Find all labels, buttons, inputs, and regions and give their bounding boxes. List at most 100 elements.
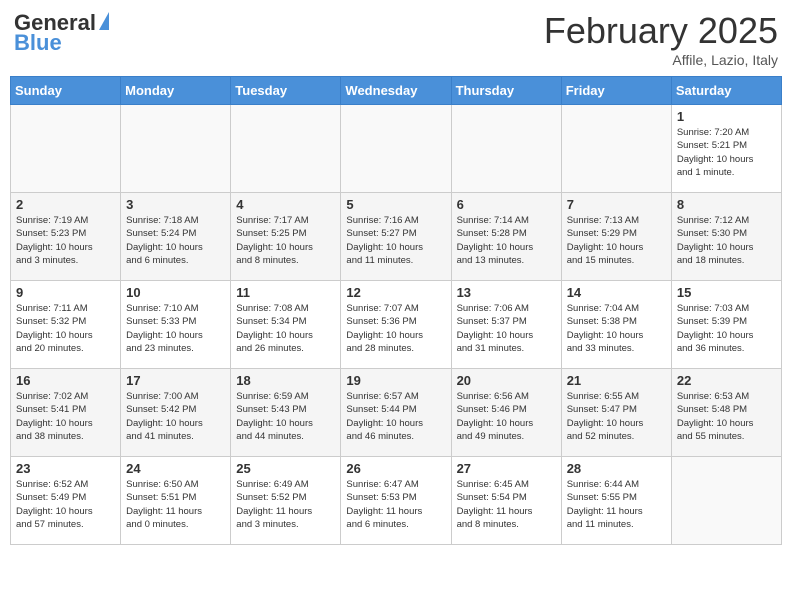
calendar-cell: 28 Sunrise: 6:44 AM Sunset: 5:55 PM Dayli… (561, 457, 671, 545)
day-info: Sunrise: 7:03 AM Sunset: 5:39 PM Dayligh… (677, 302, 776, 355)
day-info: Sunrise: 7:16 AM Sunset: 5:27 PM Dayligh… (346, 214, 445, 267)
day-number: 21 (567, 373, 666, 388)
day-number: 15 (677, 285, 776, 300)
weekday-header-monday: Monday (121, 77, 231, 105)
day-number: 5 (346, 197, 445, 212)
title-block: February 2025 Affile, Lazio, Italy (544, 10, 778, 68)
day-number: 12 (346, 285, 445, 300)
day-number: 18 (236, 373, 335, 388)
day-info: Sunrise: 6:56 AM Sunset: 5:46 PM Dayligh… (457, 390, 556, 443)
calendar-cell: 21 Sunrise: 6:55 AM Sunset: 5:47 PM Dayli… (561, 369, 671, 457)
day-info: Sunrise: 6:44 AM Sunset: 5:55 PM Dayligh… (567, 478, 666, 531)
day-number: 22 (677, 373, 776, 388)
calendar-cell: 2 Sunrise: 7:19 AM Sunset: 5:23 PM Daylig… (11, 193, 121, 281)
day-number: 23 (16, 461, 115, 476)
day-info: Sunrise: 7:00 AM Sunset: 5:42 PM Dayligh… (126, 390, 225, 443)
calendar-week-row: 16Sunrise: 7:02 AM Sunset: 5:41 PM Dayli… (11, 369, 782, 457)
day-info: Sunrise: 7:14 AM Sunset: 5:28 PM Dayligh… (457, 214, 556, 267)
day-number: 28 (567, 461, 666, 476)
day-info: Sunrise: 7:10 AM Sunset: 5:33 PM Dayligh… (126, 302, 225, 355)
day-info: Sunrise: 6:59 AM Sunset: 5:43 PM Dayligh… (236, 390, 335, 443)
day-number: 20 (457, 373, 556, 388)
weekday-header-saturday: Saturday (671, 77, 781, 105)
day-info: Sunrise: 7:17 AM Sunset: 5:25 PM Dayligh… (236, 214, 335, 267)
calendar-cell: 26 Sunrise: 6:47 AM Sunset: 5:53 PM Dayli… (341, 457, 451, 545)
day-info: Sunrise: 7:11 AM Sunset: 5:32 PM Dayligh… (16, 302, 115, 355)
day-number: 8 (677, 197, 776, 212)
day-info: Sunrise: 7:13 AM Sunset: 5:29 PM Dayligh… (567, 214, 666, 267)
page-header: General Blue February 2025 Affile, Lazio… (10, 10, 782, 68)
calendar-cell: 6 Sunrise: 7:14 AM Sunset: 5:28 PM Daylig… (451, 193, 561, 281)
calendar-cell (231, 105, 341, 193)
day-info: Sunrise: 7:19 AM Sunset: 5:23 PM Dayligh… (16, 214, 115, 267)
calendar-cell: 7 Sunrise: 7:13 AM Sunset: 5:29 PM Daylig… (561, 193, 671, 281)
calendar-cell: 18 Sunrise: 6:59 AM Sunset: 5:43 PM Dayli… (231, 369, 341, 457)
day-number: 11 (236, 285, 335, 300)
day-number: 6 (457, 197, 556, 212)
calendar-cell (11, 105, 121, 193)
weekday-header-thursday: Thursday (451, 77, 561, 105)
day-info: Sunrise: 7:02 AM Sunset: 5:41 PM Dayligh… (16, 390, 115, 443)
weekday-header-tuesday: Tuesday (231, 77, 341, 105)
day-info: Sunrise: 7:20 AM Sunset: 5:21 PM Dayligh… (677, 126, 776, 179)
day-number: 25 (236, 461, 335, 476)
day-info: Sunrise: 6:45 AM Sunset: 5:54 PM Dayligh… (457, 478, 556, 531)
weekday-header-wednesday: Wednesday (341, 77, 451, 105)
day-info: Sunrise: 6:50 AM Sunset: 5:51 PM Dayligh… (126, 478, 225, 531)
calendar-cell (561, 105, 671, 193)
calendar-cell: 27 Sunrise: 6:45 AM Sunset: 5:54 PM Dayli… (451, 457, 561, 545)
day-info: Sunrise: 7:12 AM Sunset: 5:30 PM Dayligh… (677, 214, 776, 267)
calendar-cell: 19 Sunrise: 6:57 AM Sunset: 5:44 PM Dayli… (341, 369, 451, 457)
day-info: Sunrise: 7:06 AM Sunset: 5:37 PM Dayligh… (457, 302, 556, 355)
day-number: 27 (457, 461, 556, 476)
logo-blue: Blue (14, 30, 62, 56)
calendar-cell: 14Sunrise: 7:04 AM Sunset: 5:38 PM Dayli… (561, 281, 671, 369)
logo-triangle-icon (99, 12, 109, 30)
day-info: Sunrise: 6:47 AM Sunset: 5:53 PM Dayligh… (346, 478, 445, 531)
logo: General Blue (14, 10, 109, 56)
calendar-cell: 23 Sunrise: 6:52 AM Sunset: 5:49 PM Dayli… (11, 457, 121, 545)
calendar-cell: 12Sunrise: 7:07 AM Sunset: 5:36 PM Dayli… (341, 281, 451, 369)
day-number: 7 (567, 197, 666, 212)
calendar-cell (451, 105, 561, 193)
day-info: Sunrise: 6:52 AM Sunset: 5:49 PM Dayligh… (16, 478, 115, 531)
day-info: Sunrise: 7:08 AM Sunset: 5:34 PM Dayligh… (236, 302, 335, 355)
day-number: 19 (346, 373, 445, 388)
weekday-header-friday: Friday (561, 77, 671, 105)
day-info: Sunrise: 6:55 AM Sunset: 5:47 PM Dayligh… (567, 390, 666, 443)
day-info: Sunrise: 6:57 AM Sunset: 5:44 PM Dayligh… (346, 390, 445, 443)
day-number: 26 (346, 461, 445, 476)
day-number: 24 (126, 461, 225, 476)
calendar-cell: 5 Sunrise: 7:16 AM Sunset: 5:27 PM Daylig… (341, 193, 451, 281)
day-number: 13 (457, 285, 556, 300)
calendar-cell (121, 105, 231, 193)
calendar-cell: 15 Sunrise: 7:03 AM Sunset: 5:39 PM Dayli… (671, 281, 781, 369)
calendar-cell: 1 Sunrise: 7:20 AM Sunset: 5:21 PM Daylig… (671, 105, 781, 193)
calendar-cell: 24 Sunrise: 6:50 AM Sunset: 5:51 PM Dayli… (121, 457, 231, 545)
calendar-cell: 10 Sunrise: 7:10 AM Sunset: 5:33 PM Dayli… (121, 281, 231, 369)
day-number: 10 (126, 285, 225, 300)
day-number: 17 (126, 373, 225, 388)
calendar-cell: 9Sunrise: 7:11 AM Sunset: 5:32 PM Daylig… (11, 281, 121, 369)
calendar-cell: 8 Sunrise: 7:12 AM Sunset: 5:30 PM Daylig… (671, 193, 781, 281)
day-info: Sunrise: 6:49 AM Sunset: 5:52 PM Dayligh… (236, 478, 335, 531)
calendar-cell: 25 Sunrise: 6:49 AM Sunset: 5:52 PM Dayli… (231, 457, 341, 545)
day-info: Sunrise: 6:53 AM Sunset: 5:48 PM Dayligh… (677, 390, 776, 443)
calendar-cell: 20 Sunrise: 6:56 AM Sunset: 5:46 PM Dayli… (451, 369, 561, 457)
weekday-header-row: SundayMondayTuesdayWednesdayThursdayFrid… (11, 77, 782, 105)
calendar-cell: 13 Sunrise: 7:06 AM Sunset: 5:37 PM Dayli… (451, 281, 561, 369)
day-number: 2 (16, 197, 115, 212)
calendar-cell: 16Sunrise: 7:02 AM Sunset: 5:41 PM Dayli… (11, 369, 121, 457)
day-number: 1 (677, 109, 776, 124)
calendar-cell: 4Sunrise: 7:17 AM Sunset: 5:25 PM Daylig… (231, 193, 341, 281)
calendar-week-row: 1 Sunrise: 7:20 AM Sunset: 5:21 PM Daylig… (11, 105, 782, 193)
calendar-cell: 17 Sunrise: 7:00 AM Sunset: 5:42 PM Dayli… (121, 369, 231, 457)
calendar-cell (341, 105, 451, 193)
calendar-week-row: 9Sunrise: 7:11 AM Sunset: 5:32 PM Daylig… (11, 281, 782, 369)
calendar-cell: 22 Sunrise: 6:53 AM Sunset: 5:48 PM Dayli… (671, 369, 781, 457)
calendar-cell: 11 Sunrise: 7:08 AM Sunset: 5:34 PM Dayli… (231, 281, 341, 369)
calendar-week-row: 2 Sunrise: 7:19 AM Sunset: 5:23 PM Daylig… (11, 193, 782, 281)
calendar-week-row: 23 Sunrise: 6:52 AM Sunset: 5:49 PM Dayli… (11, 457, 782, 545)
location-subtitle: Affile, Lazio, Italy (544, 52, 778, 68)
logo-block: General Blue (14, 10, 109, 56)
